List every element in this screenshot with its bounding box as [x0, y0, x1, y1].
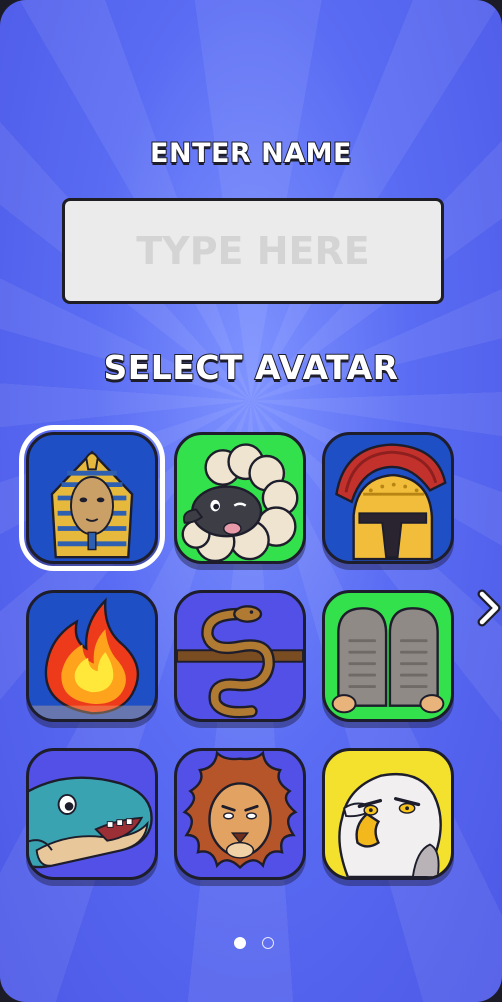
snake-staff-icon	[177, 605, 303, 719]
name-input[interactable]	[62, 198, 444, 304]
page-indicator	[234, 937, 274, 949]
fire-icon	[29, 597, 155, 719]
next-page-button[interactable]	[474, 588, 502, 628]
page-dot-1[interactable]	[234, 937, 246, 949]
pharaoh-icon	[50, 450, 134, 559]
avatar-grid	[19, 425, 454, 880]
enter-name-heading: ENTER NAME	[149, 137, 352, 170]
avatar-eagle[interactable]	[322, 748, 454, 880]
spartan-helmet-icon	[335, 443, 447, 561]
avatar-pharaoh[interactable]	[19, 425, 165, 571]
page-dot-2[interactable]	[262, 937, 274, 949]
avatar-fire[interactable]	[26, 590, 158, 722]
avatar-snake-staff[interactable]	[174, 590, 306, 722]
lion-icon	[182, 751, 298, 870]
avatar-spartan-helmet[interactable]	[322, 432, 454, 564]
avatar-whale[interactable]	[26, 748, 158, 880]
chevron-right-icon	[477, 589, 501, 627]
sheep-icon	[181, 443, 299, 561]
whale-icon	[29, 776, 153, 869]
avatar-sheep[interactable]	[174, 432, 306, 564]
eagle-icon	[338, 772, 442, 877]
stone-tablets-icon	[331, 607, 445, 714]
avatar-setup-screen: ENTER NAME SELECT AVATAR	[0, 0, 502, 1002]
select-avatar-heading: SELECT AVATAR	[102, 347, 399, 388]
avatar-lion[interactable]	[174, 748, 306, 880]
avatar-stone-tablets[interactable]	[322, 590, 454, 722]
